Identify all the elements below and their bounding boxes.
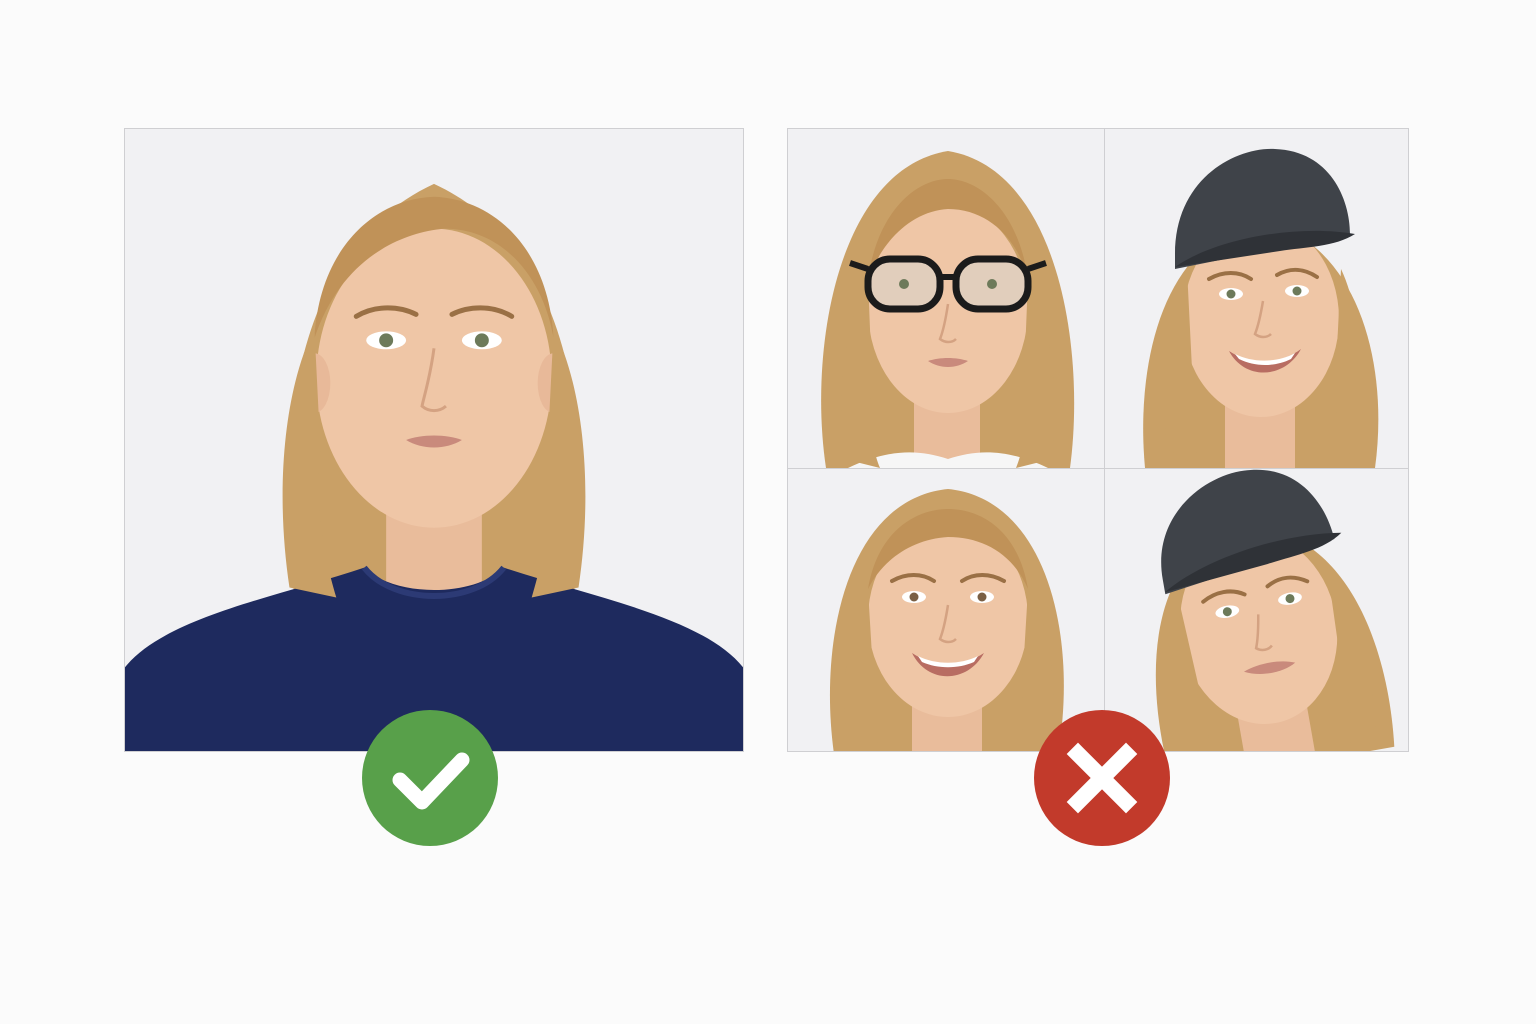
approved-badge [362, 710, 498, 846]
rejected-photos-grid [787, 128, 1409, 752]
rejected-badge [1034, 710, 1170, 846]
approved-portrait-image [125, 183, 743, 751]
check-mark-icon [392, 752, 470, 810]
portrait-with-glasses-image [821, 151, 1075, 468]
rejected-photo-cap-smiling [1105, 129, 1408, 468]
approved-photo-panel [124, 128, 744, 752]
portrait-with-cap-smiling-image [1143, 148, 1379, 468]
cross-mark-icon [1066, 742, 1138, 814]
rejected-photo-glasses [788, 129, 1104, 468]
